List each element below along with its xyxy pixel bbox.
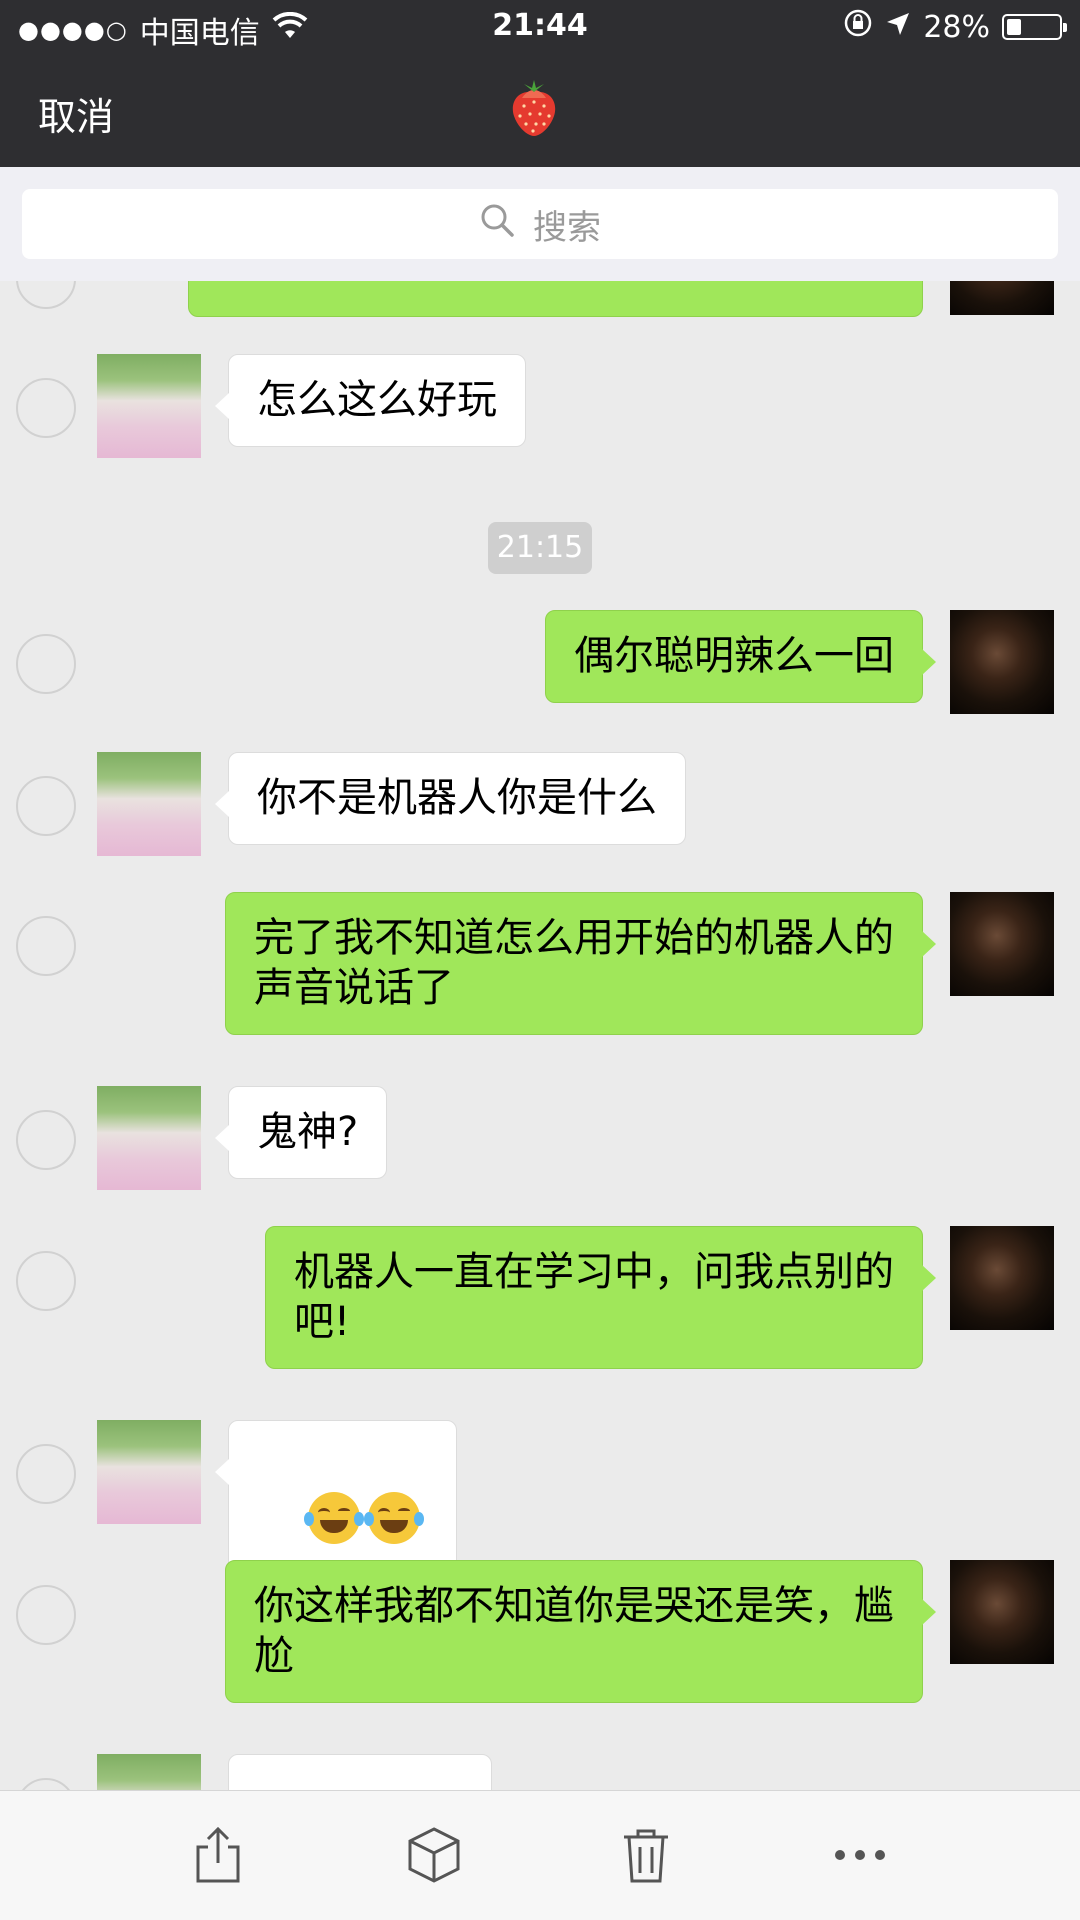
search-input[interactable]: 搜索 xyxy=(22,189,1058,259)
laughing-tears-emoji xyxy=(303,1492,364,1544)
message-bubble[interactable]: 你不是机器人你是什么 xyxy=(215,752,686,845)
message-bubble[interactable]: 完了我不知道怎么用开始的机器人的 声音说话了 xyxy=(225,892,936,1035)
message-bubble-partial[interactable] xyxy=(188,281,923,317)
avatar-self[interactable] xyxy=(950,610,1054,714)
message-bubble[interactable]: 偶尔聪明辣么一回 xyxy=(545,610,936,703)
avatar-self[interactable] xyxy=(950,1560,1054,1664)
select-circle[interactable] xyxy=(16,1585,76,1645)
avatar-contact[interactable] xyxy=(97,1754,201,1790)
laughing-tears-emoji xyxy=(363,1492,424,1544)
battery-icon xyxy=(1002,14,1067,40)
share-icon[interactable] xyxy=(186,1823,250,1887)
select-circle[interactable] xyxy=(16,378,76,438)
message-bubble[interactable]: 你这样我都不知道你是哭还是笑，尴 尬 xyxy=(225,1560,936,1703)
avatar-contact[interactable] xyxy=(97,1086,201,1190)
select-circle[interactable] xyxy=(16,634,76,694)
delete-icon[interactable] xyxy=(614,1823,678,1887)
avatar-contact[interactable] xyxy=(97,752,201,856)
favorite-box-icon[interactable] xyxy=(402,1823,466,1887)
select-circle[interactable] xyxy=(16,1251,76,1311)
battery-fill xyxy=(1007,19,1021,35)
message-bubble[interactable]: 怎么这么好玩 xyxy=(215,354,526,447)
message-bubble[interactable]: 机器人一直在学习中，问我点别的 吧! xyxy=(265,1226,936,1369)
select-circle[interactable] xyxy=(16,916,76,976)
avatar-self[interactable] xyxy=(950,281,1054,315)
avatar-self[interactable] xyxy=(950,892,1054,996)
search-icon xyxy=(479,202,515,247)
cancel-button[interactable]: 取消 xyxy=(38,86,114,141)
message-bubble-partial[interactable] xyxy=(228,1754,492,1790)
select-circle[interactable] xyxy=(16,1778,76,1790)
status-bar: ●●●●○ 中国电信 21:44 28% xyxy=(0,0,1080,54)
avatar-self[interactable] xyxy=(950,1226,1054,1330)
avatar-contact[interactable] xyxy=(97,1420,201,1524)
select-circle[interactable] xyxy=(16,1110,76,1170)
top-bar: ●●●●○ 中国电信 21:44 28% 取消 xyxy=(0,0,1080,167)
search-area: 搜索 xyxy=(0,167,1080,281)
battery-percent: 28% xyxy=(923,9,990,45)
bottom-toolbar xyxy=(0,1790,1080,1920)
rotation-lock-icon xyxy=(843,8,873,46)
strawberry-icon xyxy=(508,78,560,138)
message-bubble[interactable]: 鬼神? xyxy=(214,1086,388,1179)
message-timestamp: 21:15 xyxy=(488,522,592,574)
more-icon[interactable] xyxy=(828,1823,892,1887)
location-icon xyxy=(885,10,911,45)
select-circle[interactable] xyxy=(16,1444,76,1504)
chat-area[interactable]: 怎么这么好玩 21:15 偶尔聪明辣么一回 你不是机器人你是什么 完了我不知道怎… xyxy=(0,281,1080,1790)
avatar-contact[interactable] xyxy=(97,354,201,458)
search-placeholder: 搜索 xyxy=(533,207,601,248)
select-circle[interactable] xyxy=(16,281,76,309)
select-circle[interactable] xyxy=(16,776,76,836)
